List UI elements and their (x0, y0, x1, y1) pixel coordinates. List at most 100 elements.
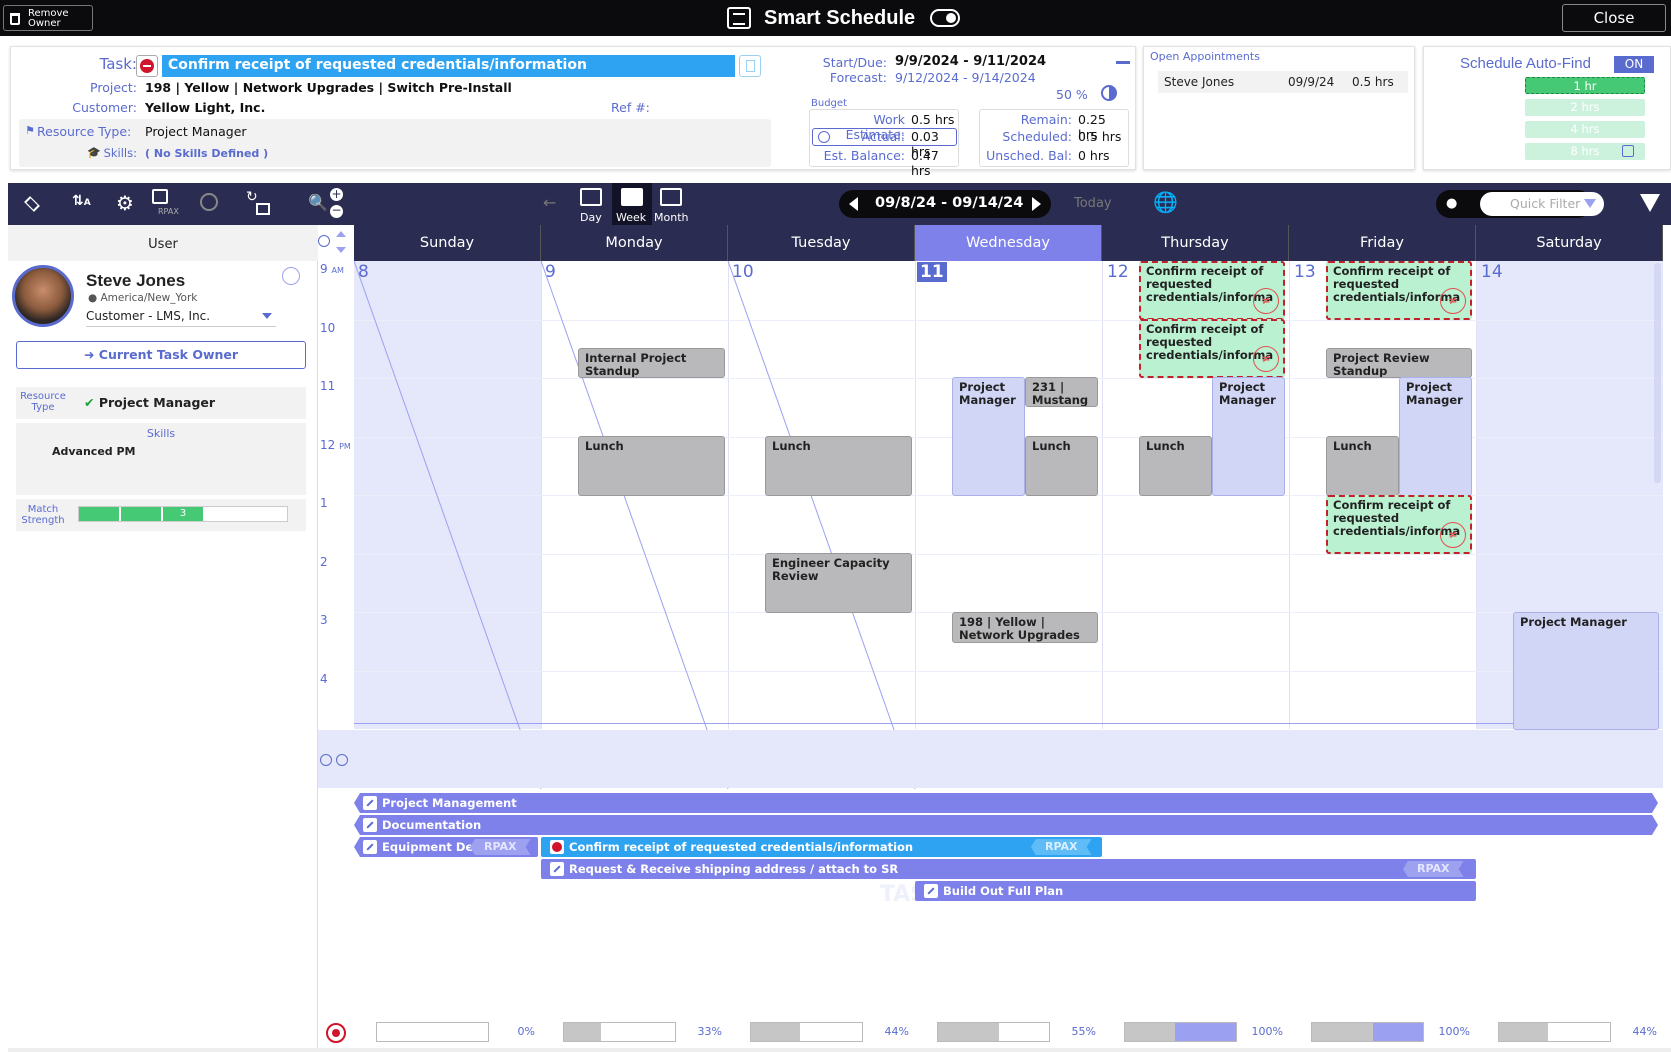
day-view-label[interactable]: Day (580, 211, 602, 224)
appointment-row[interactable]: Steve Jones 09/9/24 0.5 hrs (1158, 71, 1408, 93)
event-lunch-tuesday[interactable]: Lunch (765, 436, 912, 496)
event-project-review-standup[interactable]: Project Review Standup (1326, 348, 1472, 378)
globe-clock-icon[interactable]: 🌐 (1153, 190, 1178, 214)
calendar-not-equal-icon[interactable]: ≠ (1253, 346, 1279, 372)
event-project-manager-friday[interactable]: Project Manager (1399, 377, 1472, 496)
event-mustang[interactable]: 231 | Mustang |... (1025, 377, 1098, 407)
user-block-icon[interactable] (200, 193, 218, 211)
auto-find-toggle[interactable]: ON (1614, 56, 1654, 73)
unsched-value: 0 hrs (1078, 148, 1110, 163)
close-button[interactable]: Close (1562, 4, 1666, 32)
task-notes-icon[interactable] (739, 55, 761, 77)
gantt-bar-project-management[interactable]: Project Management (354, 793, 1658, 813)
stop-icon (140, 59, 154, 73)
horizontal-scrollbar[interactable] (8, 1048, 1671, 1052)
utilization-bar (750, 1022, 863, 1042)
user-customer-select[interactable]: Customer - LMS, Inc. (86, 309, 276, 327)
gantt-bar-build-out-plan[interactable]: Build Out Full Plan (915, 881, 1476, 901)
day-view-icon[interactable] (580, 188, 602, 206)
utilization-fill (1499, 1023, 1548, 1041)
suggested-slot-thursday-1[interactable]: Confirm receipt of requested credentials… (1139, 261, 1285, 320)
day-header-monday[interactable]: Monday (541, 225, 728, 261)
pin-icon[interactable] (282, 267, 300, 285)
event-status-meeting[interactable]: 198 | Yellow | Network Upgrades Status..… (952, 612, 1098, 643)
calendar-check-icon[interactable] (152, 189, 168, 204)
day-header-tuesday[interactable]: Tuesday (728, 225, 915, 261)
est-balance-value: 0.47 hrs (911, 148, 939, 178)
prev-week-icon[interactable] (849, 197, 858, 211)
auto-find-4hrs[interactable]: 4 hrs (1525, 121, 1645, 138)
event-lunch-monday[interactable]: Lunch (578, 436, 725, 496)
back-arrow-icon[interactable]: ← (543, 193, 556, 212)
event-engineer-capacity-review[interactable]: Engineer Capacity Review (765, 553, 912, 613)
zoom-in-icon[interactable]: + (330, 188, 343, 201)
user-name: Steve Jones (86, 271, 186, 290)
suggested-slot-friday-1[interactable]: Confirm receipt of requested credentials… (1326, 261, 1472, 320)
date-saturday: 14 (1481, 262, 1503, 282)
current-task-owner-label: Current Task Owner (98, 347, 239, 362)
calendar-not-equal-icon[interactable]: ≠ (1253, 288, 1279, 314)
hour-1: 1 (320, 496, 328, 510)
day-header-wednesday[interactable]: Wednesday (915, 225, 1102, 261)
remove-owner-button[interactable]: Remove Owner (3, 5, 93, 31)
event-lunch-wednesday[interactable]: Lunch (1025, 436, 1098, 496)
rpax-label: RPAX (158, 207, 179, 216)
gantt-bar-label: Documentation (382, 818, 482, 832)
gear-icon[interactable]: ⚙ (116, 191, 134, 215)
utilization-bar (1498, 1022, 1611, 1042)
date-range-nav: 09/8/24 - 09/14/24 (839, 190, 1051, 218)
month-view-label[interactable]: Month (654, 211, 688, 224)
clock-icon (336, 754, 348, 766)
event-lunch-thursday[interactable]: Lunch (1139, 436, 1212, 496)
block-icon (320, 754, 332, 766)
day-header-sunday[interactable]: Sunday (354, 225, 541, 261)
rpax-badge: RPAX (1403, 861, 1464, 877)
auto-find-2hrs[interactable]: 2 hrs (1525, 99, 1645, 116)
event-project-manager-thursday[interactable]: Project Manager (1212, 377, 1285, 496)
month-view-icon[interactable] (660, 188, 682, 206)
sort-az-icon[interactable]: ⇅A (72, 193, 91, 209)
current-task-owner-button[interactable]: ➜ Current Task Owner (16, 341, 306, 369)
edit-icon[interactable] (1622, 145, 1634, 157)
date-sunday: 8 (358, 262, 369, 282)
day-header-thursday[interactable]: Thursday (1102, 225, 1289, 261)
filter-icon[interactable] (1640, 194, 1660, 212)
percent-complete: 50 % (1056, 87, 1088, 102)
gantt-bar-equipment-delivered[interactable]: Equipment Delivered RPAX (354, 837, 538, 857)
day-header-friday[interactable]: Friday (1289, 225, 1476, 261)
hour-10: 10 (320, 321, 336, 335)
schedule-mode-toggle[interactable] (930, 9, 960, 27)
date-wednesday: 11 (917, 262, 947, 282)
scheduled-value: 0.5 hrs (1078, 129, 1122, 144)
event-project-manager-saturday[interactable]: Project Manager (1513, 612, 1659, 730)
calendar-not-equal-icon[interactable]: ≠ (1440, 522, 1466, 548)
match-segment-1 (79, 507, 119, 521)
day-header-saturday[interactable]: Saturday (1476, 225, 1663, 261)
tag-icon: ⚑ (25, 124, 35, 137)
next-week-icon[interactable] (1032, 197, 1041, 211)
open-appointments-panel: Open Appointments Steve Jones 09/9/24 0.… (1143, 46, 1415, 170)
gantt-bar-confirm-receipt[interactable]: Confirm receipt of requested credentials… (541, 837, 1102, 857)
suggested-slot-thursday-2[interactable]: Confirm receipt of requested credentials… (1139, 319, 1285, 378)
vertical-scrollbar[interactable] (1654, 263, 1661, 483)
zoom-out-icon[interactable]: − (330, 204, 343, 218)
auto-find-1hr[interactable]: 1 hr (1525, 77, 1645, 94)
gantt-bar-documentation[interactable]: Documentation (354, 815, 1658, 835)
unsched-label: Unsched. Bal: (986, 148, 1072, 163)
calendar-not-equal-icon[interactable]: ≠ (1440, 288, 1466, 314)
layers-icon[interactable] (24, 195, 42, 213)
task-status-button[interactable] (136, 55, 158, 77)
scroll-down-icon[interactable] (336, 247, 346, 253)
start-due-label: Start/Due: (822, 55, 887, 70)
week-view-button[interactable]: Week (612, 183, 652, 225)
gantt-bar-request-shipping[interactable]: Request & Receive shipping address / att… (541, 859, 1476, 879)
event-lunch-friday[interactable]: Lunch (1326, 436, 1399, 496)
today-button[interactable]: Today (1074, 196, 1112, 211)
suggested-slot-friday-2[interactable]: Confirm receipt of requested credentials… (1326, 495, 1472, 554)
rpax-badge: RPAX (1031, 839, 1092, 855)
event-project-manager-wednesday[interactable]: Project Manager (952, 377, 1025, 496)
collapse-icon[interactable] (1116, 61, 1130, 64)
event-internal-standup[interactable]: Internal Project Standup (578, 348, 725, 378)
scroll-up-icon[interactable] (336, 231, 346, 237)
zoom-icon[interactable]: 🔍 (308, 193, 328, 212)
